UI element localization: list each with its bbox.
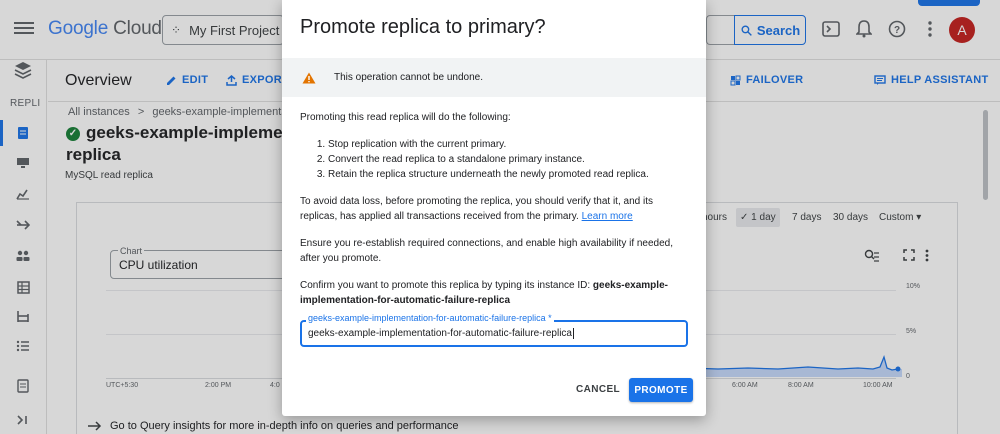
text-cursor — [573, 328, 574, 339]
promote-replica-dialog: Promote replica to primary? This operati… — [282, 0, 706, 416]
confirm-prefix: Confirm you want to promote this replica… — [300, 280, 591, 291]
warning-icon — [302, 72, 316, 83]
instance-id-input-label: geeks-example-implementation-for-automat… — [306, 313, 554, 323]
instance-id-input-value: geeks-example-implementation-for-automat… — [308, 328, 572, 339]
dialog-title: Promote replica to primary? — [300, 16, 546, 38]
step-item: Stop replication with the current primar… — [328, 137, 692, 152]
warning-text: This operation cannot be undone. — [334, 72, 483, 83]
warning-banner: This operation cannot be undone. — [282, 58, 706, 97]
step-item: Convert the read replica to a standalone… — [328, 152, 692, 167]
data-loss-paragraph: To avoid data loss, before promoting the… — [300, 194, 692, 224]
intro-text: Promoting this read replica will do the … — [300, 112, 511, 123]
dialog-body: Promoting this read replica will do the … — [300, 110, 692, 320]
reconnect-text: Ensure you re-establish required connect… — [300, 238, 674, 264]
step-item: Retain the replica structure underneath … — [328, 167, 692, 182]
promote-button[interactable]: PROMOTE — [629, 378, 693, 402]
cancel-button[interactable]: CANCEL — [568, 380, 628, 399]
steps-list: Stop replication with the current primar… — [328, 137, 692, 182]
instance-id-input[interactable]: geeks-example-implementation-for-automat… — [300, 320, 688, 347]
learn-more-link[interactable]: Learn more — [582, 211, 633, 222]
confirm-paragraph: Confirm you want to promote this replica… — [300, 278, 692, 308]
